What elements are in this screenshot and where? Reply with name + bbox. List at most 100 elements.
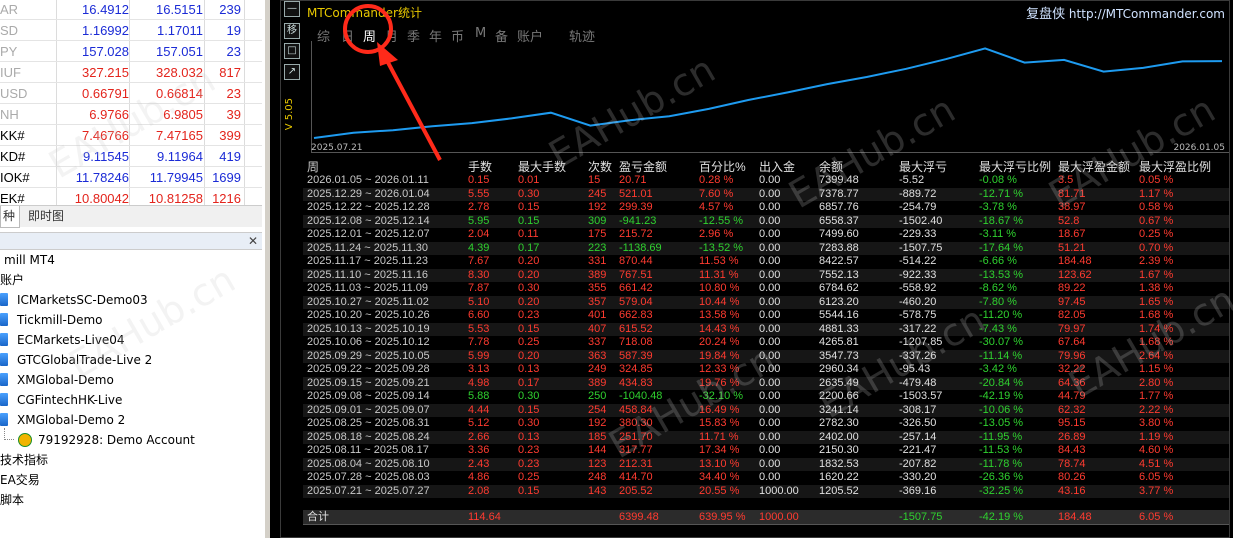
nav-account[interactable]: XMGlobal-Demo xyxy=(0,370,114,390)
minimize-button[interactable]: — xyxy=(284,1,300,17)
table-row[interactable]: 2025.10.06 ~ 2025.10.12 7.78 0.25 337 718.08… xyxy=(303,336,1229,350)
nav-demo-account[interactable]: 79192928: Demo Account xyxy=(18,430,195,450)
nav-label: 79192928: Demo Account xyxy=(38,433,195,447)
table-row[interactable]: 2025.11.17 ~ 2025.11.23 7.67 0.20 331 870.44… xyxy=(303,255,1229,269)
table-cell: 175 xyxy=(588,228,607,240)
nav-account[interactable]: ECMarkets-Live04 xyxy=(0,330,125,350)
table-row[interactable]: 2025.08.04 ~ 2025.08.10 2.43 0.23 123 212.31… xyxy=(303,457,1229,471)
close-icon[interactable]: ✕ xyxy=(248,234,258,248)
table-row[interactable]: 2025.07.21 ~ 2025.07.27 2.08 0.15 143 205.52… xyxy=(303,484,1229,498)
table-row[interactable]: 2025.08.18 ~ 2025.08.24 2.66 0.13 185 251.70… xyxy=(303,430,1229,444)
quote-row[interactable]: IUF 327.215 328.032 817 xyxy=(0,62,262,83)
total-cell: 114.64 xyxy=(468,511,501,523)
total-cell: 184.48 xyxy=(1058,511,1092,523)
nav-section[interactable]: 技术指标 xyxy=(0,450,48,470)
column-header[interactable]: 余额 xyxy=(819,158,843,175)
table-row[interactable]: 2025.09.15 ~ 2025.09.21 4.98 0.17 389 434.83… xyxy=(303,376,1229,390)
table-row[interactable]: 2025.12.22 ~ 2025.12.28 2.78 0.15 192 299.39… xyxy=(303,201,1229,215)
nav-account[interactable]: CGFintechHK-Live xyxy=(0,390,122,410)
nav-account[interactable]: Tickmill-Demo xyxy=(0,310,103,330)
table-cell: 434.83 xyxy=(619,376,653,389)
table-cell: -11.20 % xyxy=(979,309,1023,321)
column-header[interactable]: 盈亏金额 xyxy=(619,158,667,175)
nav-account[interactable]: GTCGlobalTrade-Live 2 xyxy=(0,350,152,370)
table-cell: 2.64 % xyxy=(1139,349,1174,362)
table-row[interactable]: 2025.12.29 ~ 2026.01.04 5.55 0.30 245 521.01… xyxy=(303,187,1229,201)
quote-row[interactable]: PY 157.028 157.051 23 xyxy=(0,41,262,62)
nav-section[interactable]: 脚本 xyxy=(0,490,24,510)
table-cell: 14.43 % xyxy=(699,322,740,335)
nav-section[interactable]: EA交易 xyxy=(0,470,40,490)
table-cell: 1.74 % xyxy=(1139,322,1174,335)
table-row[interactable]: 2025.10.27 ~ 2025.11.02 5.10 0.20 357 579.04… xyxy=(303,295,1229,309)
table-row[interactable]: 2025.08.25 ~ 2025.08.31 5.12 0.30 192 380.30… xyxy=(303,417,1229,431)
total-cell: 6399.48 xyxy=(619,511,659,523)
table-cell: 0.15 xyxy=(518,484,540,497)
column-header[interactable]: 百分比% xyxy=(699,158,746,175)
table-cell: 44.79 xyxy=(1058,390,1086,402)
table-cell: 0.00 xyxy=(759,187,781,200)
table-row[interactable]: 2025.12.01 ~ 2025.12.07 2.04 0.11 175 215.72… xyxy=(303,228,1229,242)
move-button[interactable]: 移 xyxy=(284,23,300,39)
nav-account[interactable]: XMGlobal-Demo 2 xyxy=(0,410,125,430)
table-cell: 0.17 xyxy=(518,241,540,254)
nav-accounts[interactable]: 账户 xyxy=(0,270,24,290)
table-row[interactable]: 2025.10.13 ~ 2025.10.19 5.53 0.15 407 615.52… xyxy=(303,322,1229,336)
mtc-brand[interactable]: 复盘侠 http://MTCommander.com xyxy=(1026,3,1225,22)
table-cell: 309 xyxy=(588,214,607,227)
column-header[interactable]: 最大手数 xyxy=(518,158,566,175)
tab-tick-chart[interactable]: 即时图 xyxy=(22,206,70,228)
tab-period[interactable]: M xyxy=(475,26,486,41)
table-cell: 62.32 xyxy=(1058,403,1086,416)
expand-button[interactable]: ↗ xyxy=(284,64,300,80)
column-header[interactable]: 次数 xyxy=(588,158,612,175)
brand-url[interactable]: http://MTCommander.com xyxy=(1069,7,1225,21)
quote-spread: 23 xyxy=(226,44,241,59)
nav-root[interactable]: mill MT4 xyxy=(4,250,55,270)
table-row[interactable]: 2025.08.11 ~ 2025.08.17 3.36 0.23 144 317.77… xyxy=(303,444,1229,458)
table-row[interactable]: 2025.11.03 ~ 2025.11.09 7.87 0.30 355 661.42… xyxy=(303,282,1229,296)
table-row[interactable]: 2025.07.28 ~ 2025.08.03 4.86 0.25 248 414.70… xyxy=(303,471,1229,485)
tab-symbols[interactable]: 种 xyxy=(0,206,20,228)
column-header[interactable]: 最大浮亏比例 xyxy=(979,158,1051,175)
table-cell: 2025.10.13 ~ 2025.10.19 xyxy=(307,322,430,335)
table-cell: 4.39 xyxy=(468,241,490,254)
table-row[interactable]: 2025.09.22 ~ 2025.09.28 3.13 0.13 249 324.85… xyxy=(303,363,1229,377)
table-row[interactable]: 2025.11.10 ~ 2025.11.16 8.30 0.20 389 767.51… xyxy=(303,268,1229,282)
quote-row[interactable]: NH 6.9766 6.9805 39 xyxy=(0,104,262,125)
total-cell: 1000.00 xyxy=(759,511,799,523)
table-cell: 84.43 xyxy=(1058,444,1086,456)
table-cell: -330.20 xyxy=(899,471,937,483)
table-row[interactable]: 2025.11.24 ~ 2025.11.30 4.39 0.17 223 -1138.… xyxy=(303,241,1229,255)
table-bottom-border xyxy=(303,524,1229,525)
quote-row[interactable]: IOK# 11.78246 11.79945 1699 xyxy=(0,167,262,188)
table-cell: 3547.73 xyxy=(819,349,859,362)
column-header[interactable]: 最大浮亏 xyxy=(899,158,947,175)
column-header[interactable]: 手数 xyxy=(468,158,492,175)
table-cell: -941.23 xyxy=(619,214,657,227)
table-row[interactable]: 2025.12.08 ~ 2025.12.14 5.95 0.15 309 -941.2… xyxy=(303,214,1229,228)
table-cell: 13.58 % xyxy=(699,309,740,321)
table-cell: 5.95 xyxy=(468,214,490,227)
quote-row[interactable]: SD 1.16992 1.17011 19 xyxy=(0,20,262,41)
table-cell: 4265.81 xyxy=(819,336,859,348)
table-cell: 0.30 xyxy=(518,282,540,294)
table-row[interactable]: 2025.09.08 ~ 2025.09.14 5.88 0.30 250 -1040.… xyxy=(303,390,1229,404)
quote-row[interactable]: AR 16.4912 16.5151 239 xyxy=(0,0,262,20)
table-row[interactable]: 2026.01.05 ~ 2026.01.11 0.15 0.01 15 20.71 0.… xyxy=(303,174,1229,188)
column-header[interactable]: 出入金 xyxy=(759,158,795,175)
column-header[interactable]: 最大浮盈比例 xyxy=(1139,158,1211,175)
table-row[interactable]: 2025.09.01 ~ 2025.09.07 4.44 0.15 254 458.84… xyxy=(303,403,1229,417)
quote-row[interactable]: KK# 7.46766 7.47165 399 xyxy=(0,125,262,146)
quote-row[interactable]: USD 0.66791 0.66814 23 xyxy=(0,83,262,104)
nav-account[interactable]: ICMarketsSC-Demo03 xyxy=(0,290,148,310)
window-button[interactable]: □ xyxy=(284,43,300,59)
table-row[interactable]: 2025.09.29 ~ 2025.10.05 5.99 0.20 363 587.39… xyxy=(303,349,1229,363)
column-header[interactable]: 最大浮盈金额 xyxy=(1058,158,1130,175)
table-cell: 2.80 % xyxy=(1139,376,1174,389)
quote-row[interactable]: KD# 9.11545 9.11964 419 xyxy=(0,146,262,167)
table-row[interactable]: 2025.10.20 ~ 2025.10.26 6.60 0.23 401 662.83… xyxy=(303,309,1229,323)
table-cell: -257.14 xyxy=(899,430,937,443)
column-header[interactable]: 周 xyxy=(307,158,319,175)
table-cell: 0.58 % xyxy=(1139,201,1174,213)
